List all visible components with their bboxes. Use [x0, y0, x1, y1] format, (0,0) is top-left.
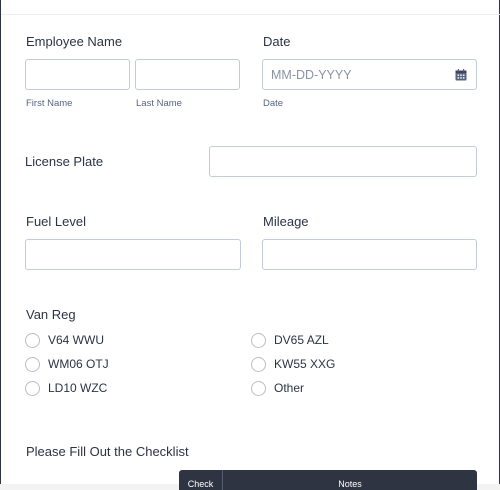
radio-circle[interactable]	[25, 380, 40, 396]
radio-option-wm06-otj[interactable]: WM06 OTJ	[25, 355, 109, 373]
radio-label: V64 WWU	[48, 333, 105, 347]
radio-circle[interactable]	[251, 356, 266, 372]
license-plate-label: License Plate	[25, 154, 104, 169]
radio-option-v64-wwu[interactable]: V64 WWU	[25, 331, 104, 349]
radio-option-other[interactable]: Other	[251, 379, 304, 397]
radio-label: KW55 XXG	[274, 357, 336, 371]
first-name-input[interactable]	[25, 59, 130, 90]
radio-option-ld10-wzc[interactable]: LD10 WZC	[25, 379, 107, 397]
section-divider	[1, 14, 500, 15]
first-name-sublabel: First Name	[26, 98, 73, 109]
form-card: Employee Name First Name Last Name Date …	[0, 0, 500, 490]
radio-circle[interactable]	[25, 356, 40, 372]
radio-label: Other	[274, 381, 305, 395]
calendar-icon[interactable]	[455, 69, 467, 81]
radio-circle[interactable]	[251, 332, 266, 348]
mileage-input[interactable]	[262, 239, 477, 270]
column-header-check: Check	[179, 470, 223, 490]
radio-label: WM06 OTJ	[48, 357, 109, 371]
date-input[interactable]: MM-DD-YYYY	[262, 59, 477, 90]
date-placeholder: MM-DD-YYYY	[271, 67, 352, 82]
last-name-input[interactable]	[135, 59, 240, 90]
radio-option-kw55-xxg[interactable]: KW55 XXG	[251, 355, 335, 373]
radio-option-dv65-azl[interactable]: DV65 AZL	[251, 331, 329, 349]
checklist-table-header: Check Notes	[179, 470, 477, 490]
checklist-label: Please Fill Out the Checklist	[26, 444, 189, 459]
column-header-notes: Notes	[338, 479, 362, 489]
date-sublabel: Date	[263, 98, 284, 109]
radio-circle[interactable]	[25, 332, 40, 348]
radio-circle[interactable]	[251, 380, 266, 396]
fuel-level-input[interactable]	[25, 239, 241, 270]
mileage-label: Mileage	[263, 214, 309, 229]
employee-name-label: Employee Name	[26, 34, 123, 49]
last-name-sublabel: Last Name	[136, 98, 182, 109]
license-plate-input[interactable]	[209, 146, 477, 177]
radio-label: DV65 AZL	[274, 333, 329, 347]
van-reg-label: Van Reg	[26, 307, 76, 322]
fuel-level-label: Fuel Level	[26, 214, 86, 229]
radio-label: LD10 WZC	[48, 381, 108, 395]
date-label: Date	[263, 34, 291, 49]
